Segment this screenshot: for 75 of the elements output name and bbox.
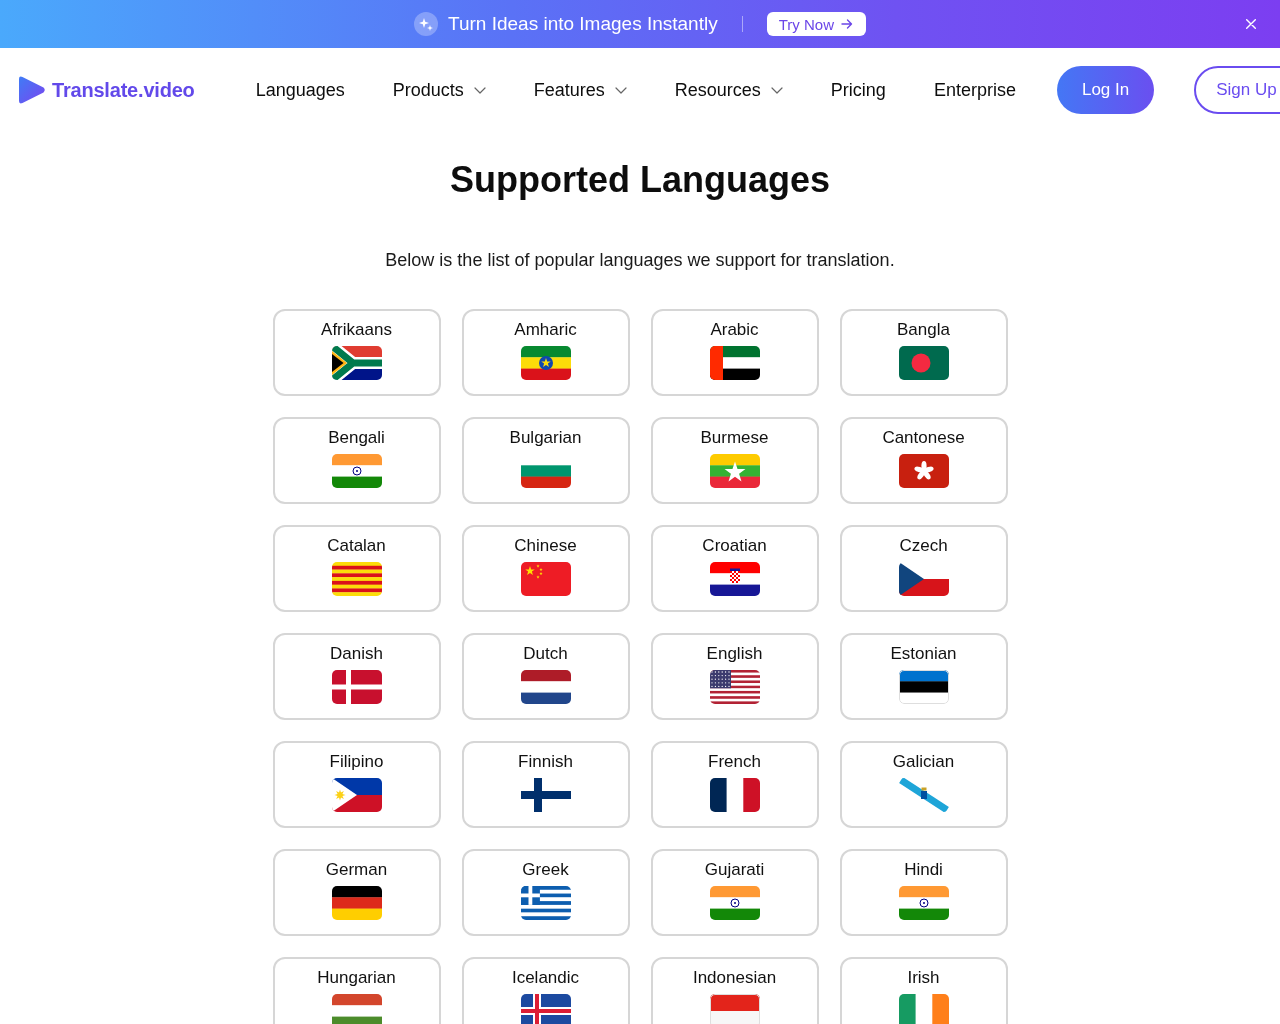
finland-flag-icon	[520, 778, 571, 812]
language-card[interactable]: Gujarati	[650, 849, 819, 936]
bangladesh-flag-icon	[898, 346, 949, 380]
hungary-flag-icon	[331, 994, 382, 1024]
language-card[interactable]: Icelandic	[461, 957, 630, 1024]
language-card[interactable]: Burmese	[650, 417, 819, 504]
language-card[interactable]: Estonian	[839, 633, 1008, 720]
promo-text: Turn Ideas into Images Instantly	[448, 12, 718, 36]
uae-flag-icon	[709, 346, 760, 380]
language-card[interactable]: Czech	[839, 525, 1008, 612]
nav-link[interactable]: Pricing	[830, 79, 886, 101]
language-card[interactable]: Amharic	[461, 309, 630, 396]
iceland-flag-icon	[520, 994, 571, 1024]
nav-menu[interactable]: Features	[533, 79, 627, 101]
denmark-flag-icon	[331, 670, 382, 704]
arrow-right-icon	[840, 19, 853, 29]
south-africa-flag-icon	[331, 346, 382, 380]
ireland-flag-icon	[898, 994, 949, 1024]
language-card[interactable]: Chinese	[461, 525, 630, 612]
language-card[interactable]: Croatian	[650, 525, 819, 612]
galicia-flag-icon	[898, 778, 949, 812]
estonia-flag-icon	[898, 670, 949, 704]
czech-flag-icon	[898, 562, 949, 596]
hong-kong-flag-icon	[898, 454, 949, 488]
nav-menu[interactable]: Products	[392, 79, 486, 101]
language-card[interactable]: Bulgarian	[461, 417, 630, 504]
language-card[interactable]: Catalan	[272, 525, 441, 612]
language-card[interactable]: Hungarian	[272, 957, 441, 1024]
language-card[interactable]: Bangla	[839, 309, 1008, 396]
usa-flag-icon	[709, 670, 760, 704]
germany-flag-icon	[331, 886, 382, 920]
close-icon[interactable]	[1246, 19, 1256, 29]
myanmar-flag-icon	[709, 454, 760, 488]
language-card[interactable]: Indonesian	[650, 957, 819, 1024]
france-flag-icon	[709, 778, 760, 812]
page-title: Supported Languages	[449, 158, 831, 202]
language-card[interactable]: Irish	[839, 957, 1008, 1024]
language-card[interactable]: Finnish	[461, 741, 630, 828]
philippines-flag-icon	[331, 778, 382, 812]
greece-flag-icon	[520, 886, 571, 920]
india-flag-icon	[898, 886, 949, 920]
chevron-down-icon	[473, 86, 486, 94]
language-card[interactable]: Galician	[839, 741, 1008, 828]
nav-link[interactable]: Languages	[255, 79, 345, 101]
language-card[interactable]: English	[650, 633, 819, 720]
sparkle-icon	[414, 12, 439, 36]
ethiopia-flag-icon	[520, 346, 571, 380]
language-card[interactable]: Dutch	[461, 633, 630, 720]
logo-text: Translate.video	[52, 78, 195, 102]
language-card[interactable]: Arabic	[650, 309, 819, 396]
page-subtitle: Below is the list of popular languages we support for translation.	[384, 249, 896, 272]
language-card[interactable]: Cantonese	[839, 417, 1008, 504]
language-card[interactable]: Danish	[272, 633, 441, 720]
language-card[interactable]: Filipino	[272, 741, 441, 828]
catalonia-flag-icon	[331, 562, 382, 596]
try-now-button[interactable]: Try Now	[766, 12, 866, 36]
india-flag-icon	[709, 886, 760, 920]
language-card[interactable]: Greek	[461, 849, 630, 936]
chevron-down-icon	[614, 86, 627, 94]
chevron-down-icon	[770, 86, 783, 94]
login-button[interactable]: Log In	[1056, 66, 1155, 114]
language-card[interactable]: French	[650, 741, 819, 828]
logo-icon	[18, 75, 46, 105]
india-flag-icon	[331, 454, 382, 488]
signup-button[interactable]: Sign Up	[1194, 66, 1280, 114]
china-flag-icon	[520, 562, 571, 596]
language-card[interactable]: Hindi	[839, 849, 1008, 936]
language-card[interactable]: German	[272, 849, 441, 936]
nav-link[interactable]: Enterprise	[933, 79, 1016, 101]
language-card[interactable]: Bengali	[272, 417, 441, 504]
nav-menu[interactable]: Resources	[674, 79, 783, 101]
croatia-flag-icon	[709, 562, 760, 596]
language-card[interactable]: Afrikaans	[272, 309, 441, 396]
netherlands-flag-icon	[520, 670, 571, 704]
indonesia-flag-icon	[709, 994, 760, 1024]
